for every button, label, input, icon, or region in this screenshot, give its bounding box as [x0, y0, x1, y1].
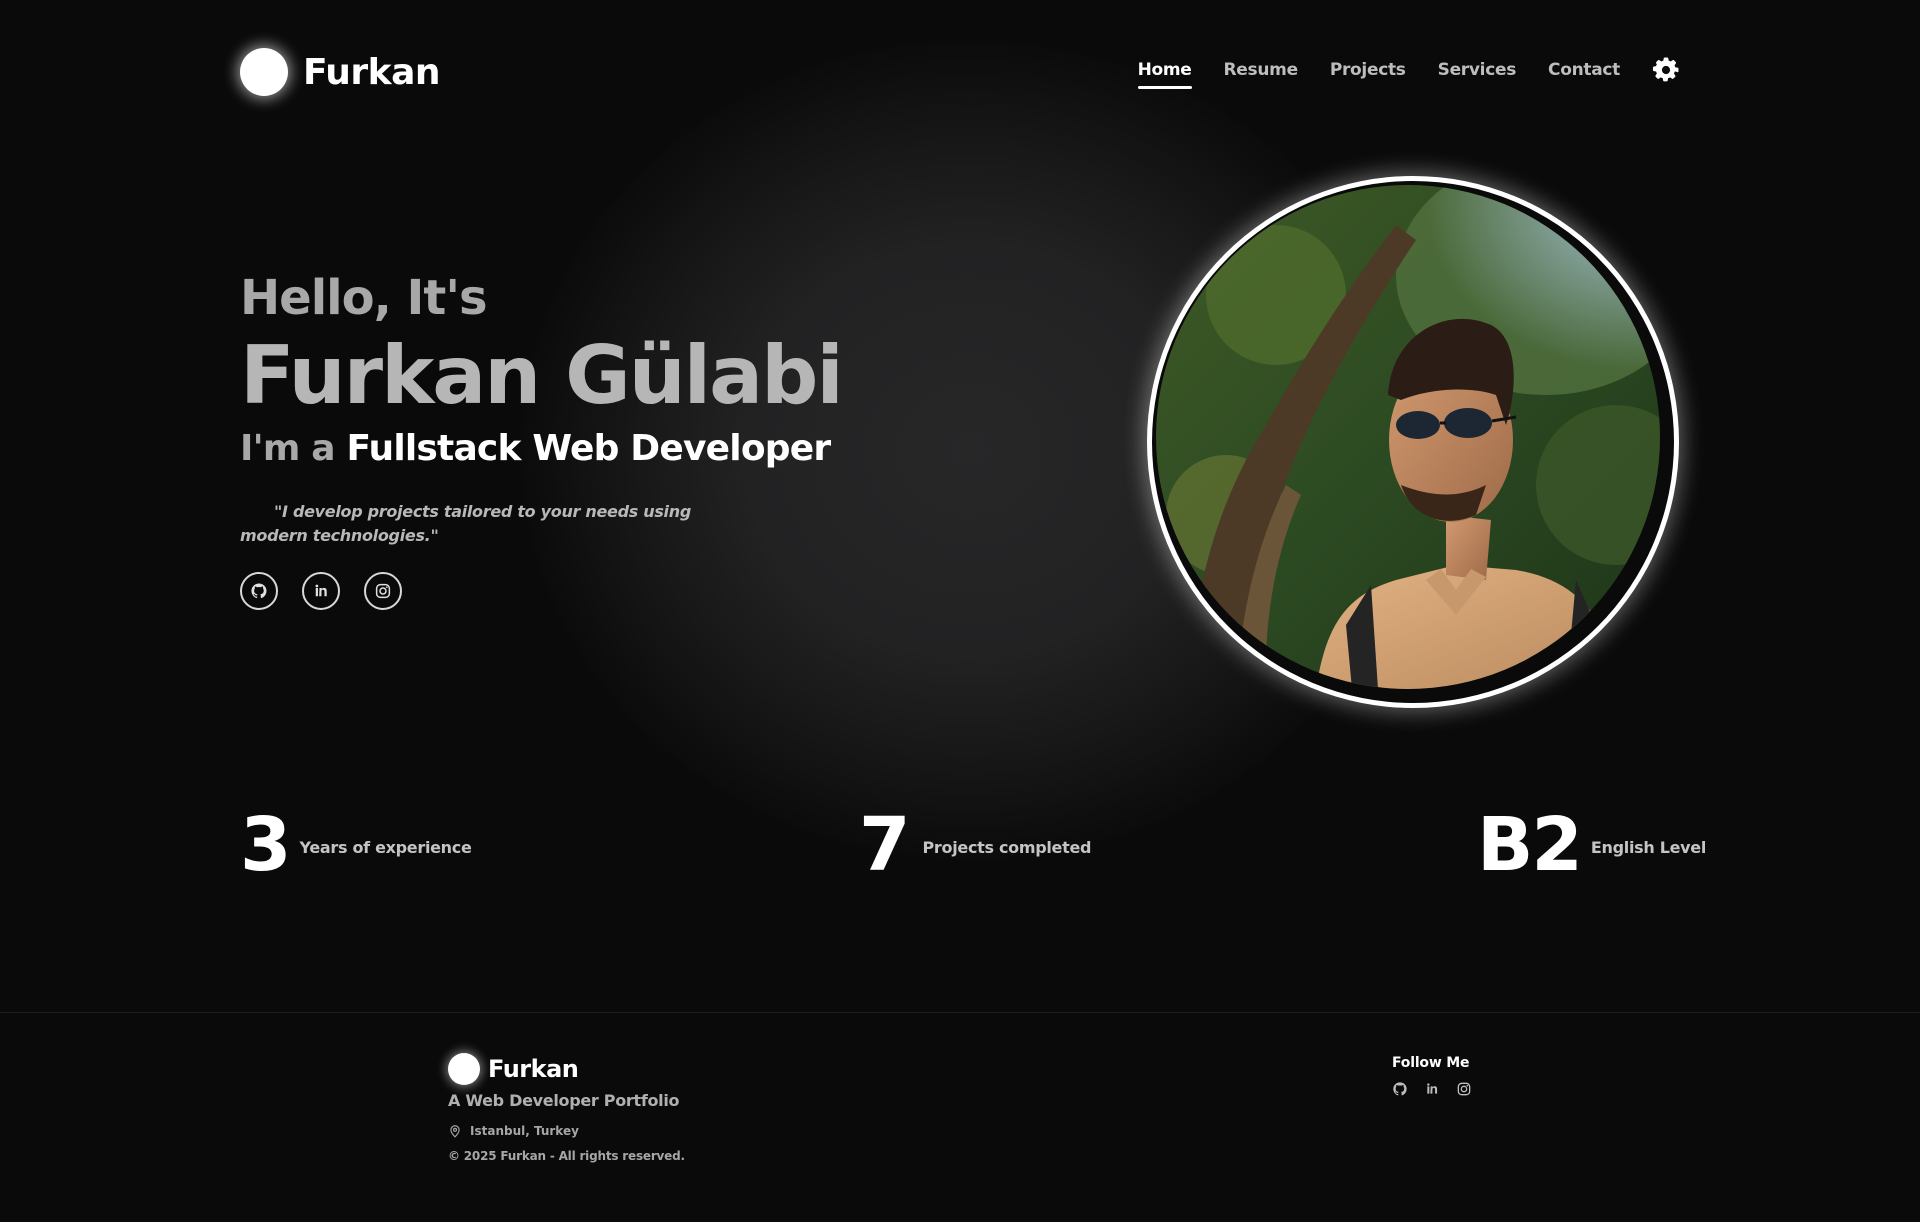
footer-follow-label: Follow Me: [1392, 1055, 1470, 1071]
profile-photo-frame: [1147, 176, 1679, 708]
stat-value: 7: [859, 802, 910, 888]
nav-resume[interactable]: Resume: [1224, 60, 1299, 80]
gear-icon[interactable]: [1652, 56, 1680, 84]
stat-experience: 3 Years of experience: [240, 808, 472, 882]
profile-photo: [1156, 185, 1660, 689]
footer-instagram-link[interactable]: [1456, 1081, 1472, 1097]
stat-projects: 7 Projects completed: [859, 808, 1091, 882]
github-link[interactable]: [240, 572, 278, 610]
footer-socials: [1392, 1081, 1488, 1097]
footer-github-link[interactable]: [1392, 1081, 1408, 1097]
stat-english: B2 English Level: [1477, 808, 1706, 882]
github-icon: [1393, 1082, 1407, 1096]
linkedin-icon: [315, 584, 327, 597]
brand-logo[interactable]: Furkan: [240, 48, 441, 96]
footer-linkedin-link[interactable]: [1424, 1081, 1440, 1097]
nav-projects[interactable]: Projects: [1330, 60, 1406, 80]
stat-value: 3: [240, 802, 291, 888]
hero-socials: [240, 572, 426, 610]
hero-greeting: Hello, It's: [240, 270, 488, 326]
instagram-icon: [375, 583, 391, 599]
github-icon: [251, 583, 267, 599]
stat-value: B2: [1477, 802, 1583, 888]
hero-role-prefix: I'm a: [240, 428, 336, 469]
hero-role: I'm a Fullstack Web Developer: [240, 428, 832, 469]
hero-quote: "I develop projects tailored to your nee…: [240, 502, 691, 545]
instagram-icon: [1457, 1082, 1471, 1096]
logo-circle-icon: [240, 48, 288, 96]
stat-label: Projects completed: [922, 837, 1092, 857]
logo-circle-icon: [448, 1053, 480, 1085]
stat-label: English Level: [1590, 837, 1707, 857]
footer-brand-name: Furkan: [488, 1055, 579, 1083]
nav-services[interactable]: Services: [1438, 60, 1517, 80]
footer-copyright: © 2025 Furkan - All rights reserved.: [448, 1149, 685, 1163]
brand-name: Furkan: [303, 51, 441, 93]
footer: Furkan A Web Developer Portfolio Istanbu…: [0, 1012, 1920, 1222]
footer-tagline: A Web Developer Portfolio: [448, 1091, 680, 1110]
hero-name: Furkan Gülabi: [240, 329, 844, 422]
linkedin-icon: [1427, 1083, 1438, 1094]
nav-contact[interactable]: Contact: [1548, 60, 1620, 80]
footer-brand[interactable]: Furkan: [448, 1053, 579, 1085]
main-nav: Home Resume Projects Services Contact: [1106, 56, 1680, 89]
footer-location-text: Istanbul, Turkey: [470, 1124, 579, 1138]
instagram-link[interactable]: [364, 572, 402, 610]
nav-home[interactable]: Home: [1137, 60, 1192, 89]
footer-location: Istanbul, Turkey: [448, 1124, 579, 1138]
location-pin-icon: [450, 1125, 460, 1138]
stat-label: Years of experience: [299, 837, 472, 857]
linkedin-link[interactable]: [302, 572, 340, 610]
hero-role-title: Fullstack Web Developer: [346, 428, 832, 469]
